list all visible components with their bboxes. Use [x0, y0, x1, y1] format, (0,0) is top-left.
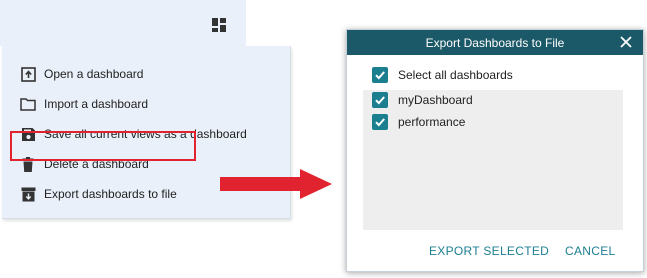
top-bar [0, 0, 246, 46]
menu-item-label: Import a dashboard [44, 97, 149, 111]
save-icon [20, 126, 36, 142]
export-selected-button[interactable]: EXPORT SELECTED [429, 244, 549, 258]
menu-item-label: Open a dashboard [44, 67, 144, 81]
dialog-title: Export Dashboards to File [425, 36, 565, 50]
close-button[interactable] [617, 33, 635, 51]
cancel-button[interactable]: CANCEL [565, 244, 615, 258]
list-item-label: performance [398, 115, 466, 129]
checkbox-checked-icon [372, 114, 388, 130]
open-dashboard-icon [20, 66, 36, 82]
menu-item-delete-dashboard[interactable]: Delete a dashboard [20, 154, 149, 174]
dashboard-list [363, 90, 623, 230]
dashboard-grid-icon [212, 18, 226, 32]
dashboard-checkbox-performance[interactable]: performance [372, 113, 465, 131]
close-icon [620, 36, 632, 48]
pointer-arrow [220, 169, 332, 199]
select-all-label: Select all dashboards [398, 68, 513, 82]
dialog-header: Export Dashboards to File [347, 30, 643, 55]
export-icon [20, 186, 36, 202]
menu-item-label: Delete a dashboard [44, 157, 149, 171]
dashboard-menu-button[interactable] [212, 18, 226, 32]
menu-item-label: Save all current views as a dashboard [44, 127, 247, 141]
select-all-checkbox[interactable]: Select all dashboards [372, 66, 513, 84]
trash-icon [20, 156, 36, 172]
checkbox-checked-icon [372, 67, 388, 83]
dashboard-checkbox-mydashboard[interactable]: myDashboard [372, 91, 473, 109]
menu-item-save-views[interactable]: Save all current views as a dashboard [20, 124, 247, 144]
export-dialog: Export Dashboards to File Select all das… [346, 29, 644, 272]
menu-item-import-dashboard[interactable]: Import a dashboard [20, 94, 148, 114]
menu-item-export-dashboards[interactable]: Export dashboards to file [20, 184, 177, 204]
folder-icon [20, 96, 36, 112]
checkbox-checked-icon [372, 92, 388, 108]
menu-item-open-dashboard[interactable]: Open a dashboard [20, 64, 143, 84]
menu-item-label: Export dashboards to file [44, 187, 177, 201]
list-item-label: myDashboard [398, 93, 473, 107]
